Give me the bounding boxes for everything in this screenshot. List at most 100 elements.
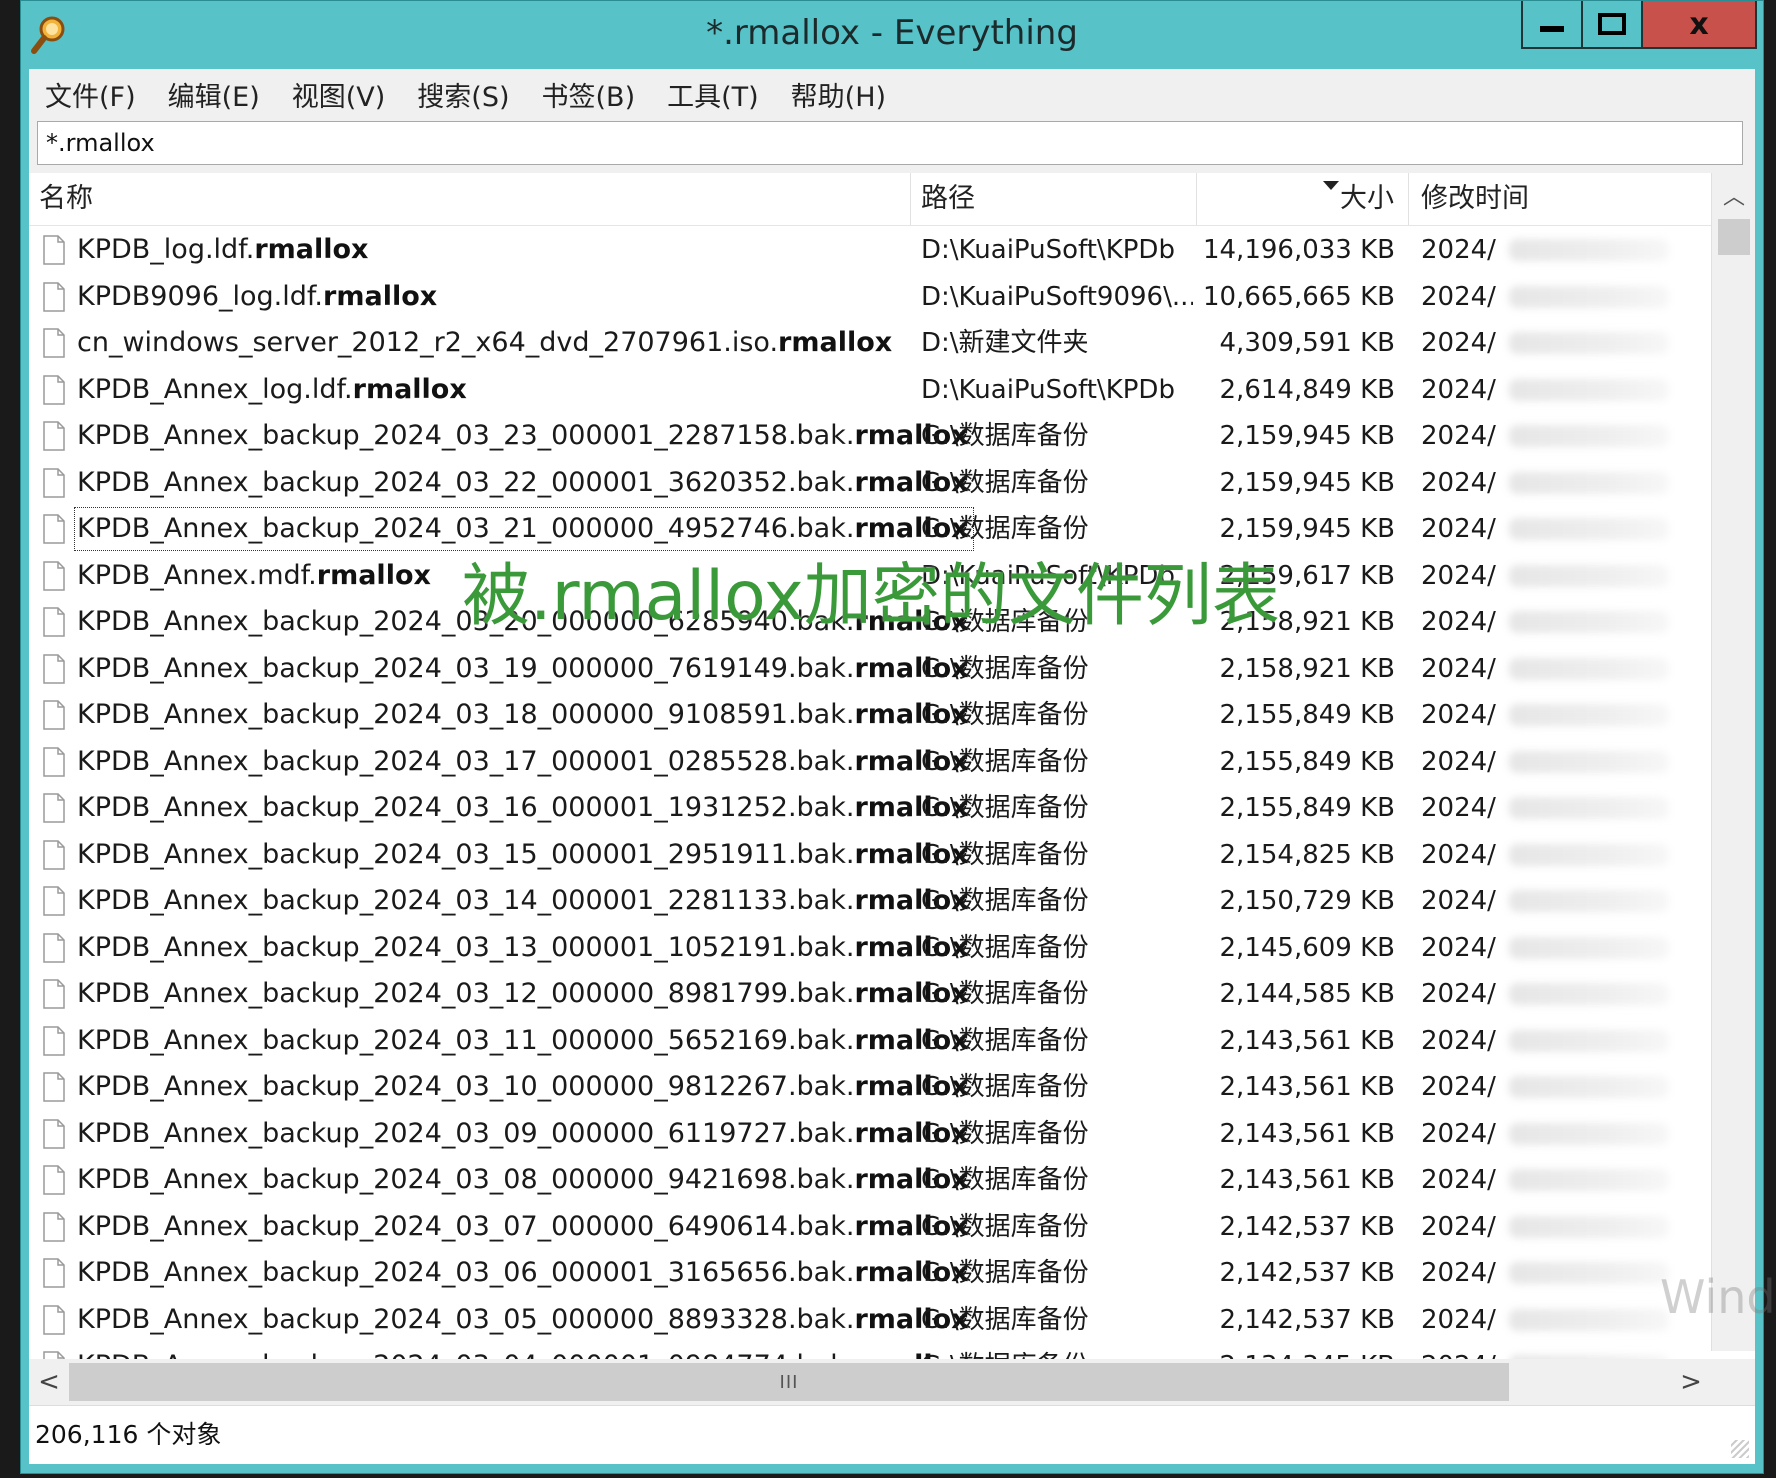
menu-tools[interactable]: 工具(T) (651, 75, 775, 114)
file-modified-date: 2024/ (1421, 421, 1496, 451)
file-size: 2,154,825 KB (1219, 839, 1395, 870)
file-icon (43, 886, 65, 916)
menu-file[interactable]: 文件(F) (29, 75, 152, 114)
file-name-base: KPDB_Annex_backup_2024_03_17_000001_0285… (77, 745, 855, 777)
scroll-left-icon[interactable]: < (29, 1359, 69, 1405)
table-row[interactable]: KPDB_Annex_backup_2024_03_10_000000_9812… (29, 1064, 1711, 1111)
file-name: KPDB_Annex_backup_2024_03_07_000000_6490… (77, 1204, 969, 1250)
file-modified-date: 2024/ (1421, 1304, 1496, 1335)
table-row[interactable]: KPDB_Annex_backup_2024_03_15_000001_2951… (29, 832, 1711, 879)
maximize-icon (1598, 13, 1626, 35)
file-name-base: KPDB9096_log.ldf. (77, 280, 324, 312)
scroll-up-icon[interactable]: ︿ (1712, 173, 1755, 217)
vertical-scrollbar[interactable]: ︿ (1711, 173, 1755, 1351)
file-icon (43, 746, 65, 777)
maximize-button[interactable] (1581, 1, 1643, 49)
table-row[interactable]: cn_windows_server_2012_r2_x64_dvd_270796… (29, 320, 1711, 367)
file-icon (43, 328, 65, 358)
table-row[interactable]: KPDB9096_log.ldf.rmallox D:\KuaiPuSoft909… (29, 274, 1711, 321)
file-icon (43, 1165, 65, 1195)
table-row[interactable]: KPDB_Annex_backup_2024_03_18_000000_9108… (29, 692, 1711, 739)
search-input[interactable] (37, 121, 1743, 165)
file-name-base: KPDB_Annex_backup_2024_03_09_000000_6119… (77, 1117, 855, 1149)
table-row[interactable]: KPDB_Annex_log.ldf.rmallox D:\KuaiPuSoft\… (29, 367, 1711, 414)
file-modified-date: 2024/ (1421, 653, 1496, 684)
table-row[interactable]: KPDB_Annex_backup_2024_03_08_000000_9421… (29, 1157, 1711, 1204)
table-row[interactable]: KPDB_log.ldf.rmallox D:\KuaiPuSoft\KPDb 14… (29, 227, 1711, 274)
file-name: KPDB_log.ldf.rmallox (77, 227, 368, 273)
file-icon (43, 281, 65, 312)
file-path: G:\数据库备份 (921, 932, 1089, 963)
file-size: 2,614,849 KB (1219, 374, 1395, 405)
file-extension: rmallox (254, 234, 369, 265)
file-name-base: KPDB_Annex_backup_2024_03_19_000000_7619… (77, 652, 855, 684)
file-name-base: KPDB_Annex_backup_2024_03_08_000000_9421… (77, 1164, 855, 1195)
file-path: G:\数据库备份 (921, 746, 1089, 777)
redacted-date-blur (1509, 983, 1669, 1005)
file-icon (43, 235, 65, 265)
file-modified-date: 2024/ (1421, 1258, 1496, 1288)
results-list[interactable]: 名称 路径 大小 修改时间 KPDB_log.ldf.rmallox D:\Kua… (29, 173, 1755, 1405)
file-size: 2,142,537 KB (1219, 1211, 1395, 1242)
table-row[interactable]: KPDB_Annex_backup_2024_03_23_000001_2287… (29, 413, 1711, 460)
file-path: G:\数据库备份 (921, 1165, 1089, 1195)
column-header-size[interactable]: 大小 (1197, 173, 1409, 225)
horizontal-scroll-thumb[interactable]: III (69, 1363, 1509, 1401)
horizontal-scrollbar[interactable]: < III > (29, 1359, 1711, 1405)
file-modified-date: 2024/ (1421, 560, 1496, 591)
minimize-button[interactable] (1521, 1, 1583, 49)
file-extension: rmallox (316, 559, 431, 591)
file-icon (43, 979, 65, 1009)
table-row[interactable]: KPDB_Annex_backup_2024_03_13_000001_1052… (29, 925, 1711, 972)
redacted-date-blur (1509, 1076, 1669, 1098)
file-name: KPDB9096_log.ldf.rmallox (77, 274, 437, 320)
table-row[interactable]: KPDB_Annex_backup_2024_03_17_000001_0285… (29, 739, 1711, 786)
scroll-right-icon[interactable]: > (1671, 1359, 1711, 1405)
file-name: KPDB_Annex_backup_2024_03_08_000000_9421… (77, 1157, 969, 1203)
file-size: 2,145,609 KB (1219, 932, 1395, 963)
file-name: KPDB_Annex_backup_2024_03_10_000000_9812… (77, 1064, 969, 1110)
menu-bar: 文件(F) 编辑(E) 视图(V) 搜索(S) 书签(B) 工具(T) 帮助(H… (29, 69, 1755, 119)
table-row[interactable]: KPDB_Annex_backup_2024_03_06_000001_3165… (29, 1250, 1711, 1297)
redacted-date-blur (1509, 1169, 1669, 1191)
redacted-date-blur (1509, 1122, 1669, 1145)
table-row[interactable]: KPDB_Annex_backup_2024_03_05_000000_8893… (29, 1297, 1711, 1344)
table-row[interactable]: KPDB_Annex_backup_2024_03_14_000001_2281… (29, 878, 1711, 925)
menu-bookmarks[interactable]: 书签(B) (526, 75, 652, 114)
file-icon (43, 514, 65, 544)
redacted-date-blur (1509, 890, 1669, 912)
file-path: G:\数据库备份 (921, 793, 1089, 823)
column-header-path[interactable]: 路径 (911, 173, 1197, 225)
table-row[interactable]: KPDB_Annex_backup_2024_03_19_000000_7619… (29, 646, 1711, 693)
column-header-modified[interactable]: 修改时间 (1409, 173, 1711, 225)
file-icon (43, 932, 65, 963)
redacted-date-blur (1509, 843, 1669, 866)
menu-view[interactable]: 视图(V) (276, 75, 402, 114)
table-row[interactable]: KPDB_Annex_backup_2024_03_07_000000_6490… (29, 1204, 1711, 1251)
table-row[interactable]: KPDB_Annex_backup_2024_03_09_000000_6119… (29, 1111, 1711, 1158)
file-name-base: KPDB_Annex_backup_2024_03_14_000001_2281… (77, 885, 855, 916)
table-row[interactable]: KPDB_Annex_backup_2024_03_22_000001_3620… (29, 460, 1711, 507)
table-row[interactable]: KPDB_Annex_backup_2024_03_16_000001_1931… (29, 785, 1711, 832)
file-icon (43, 374, 65, 405)
scroll-corner (1711, 1359, 1755, 1405)
menu-search[interactable]: 搜索(S) (401, 75, 525, 114)
menu-help[interactable]: 帮助(H) (775, 75, 902, 114)
sort-descending-icon (1323, 181, 1339, 190)
file-icon (43, 1072, 65, 1102)
file-modified-date: 2024/ (1421, 328, 1496, 358)
vertical-scroll-thumb[interactable] (1718, 219, 1750, 255)
file-name-base: KPDB_Annex_backup_2024_03_18_000000_9108… (77, 699, 855, 730)
title-bar[interactable]: *.rmallox - Everything x (21, 1, 1763, 69)
resize-grip-icon[interactable] (1731, 1440, 1749, 1458)
redacted-date-blur (1509, 425, 1669, 447)
column-header-name[interactable]: 名称 (29, 173, 911, 225)
table-row[interactable]: KPDB_Annex_backup_2024_03_11_000000_5652… (29, 1018, 1711, 1065)
menu-edit[interactable]: 编辑(E) (152, 75, 276, 114)
file-modified-date: 2024/ (1421, 281, 1496, 312)
file-size: 2,150,729 KB (1219, 886, 1395, 916)
file-modified-date: 2024/ (1421, 235, 1496, 265)
table-row[interactable]: KPDB_Annex_backup_2024_03_12_000000_8981… (29, 971, 1711, 1018)
file-size: 2,143,561 KB (1219, 1025, 1395, 1056)
close-button[interactable]: x (1641, 1, 1757, 49)
